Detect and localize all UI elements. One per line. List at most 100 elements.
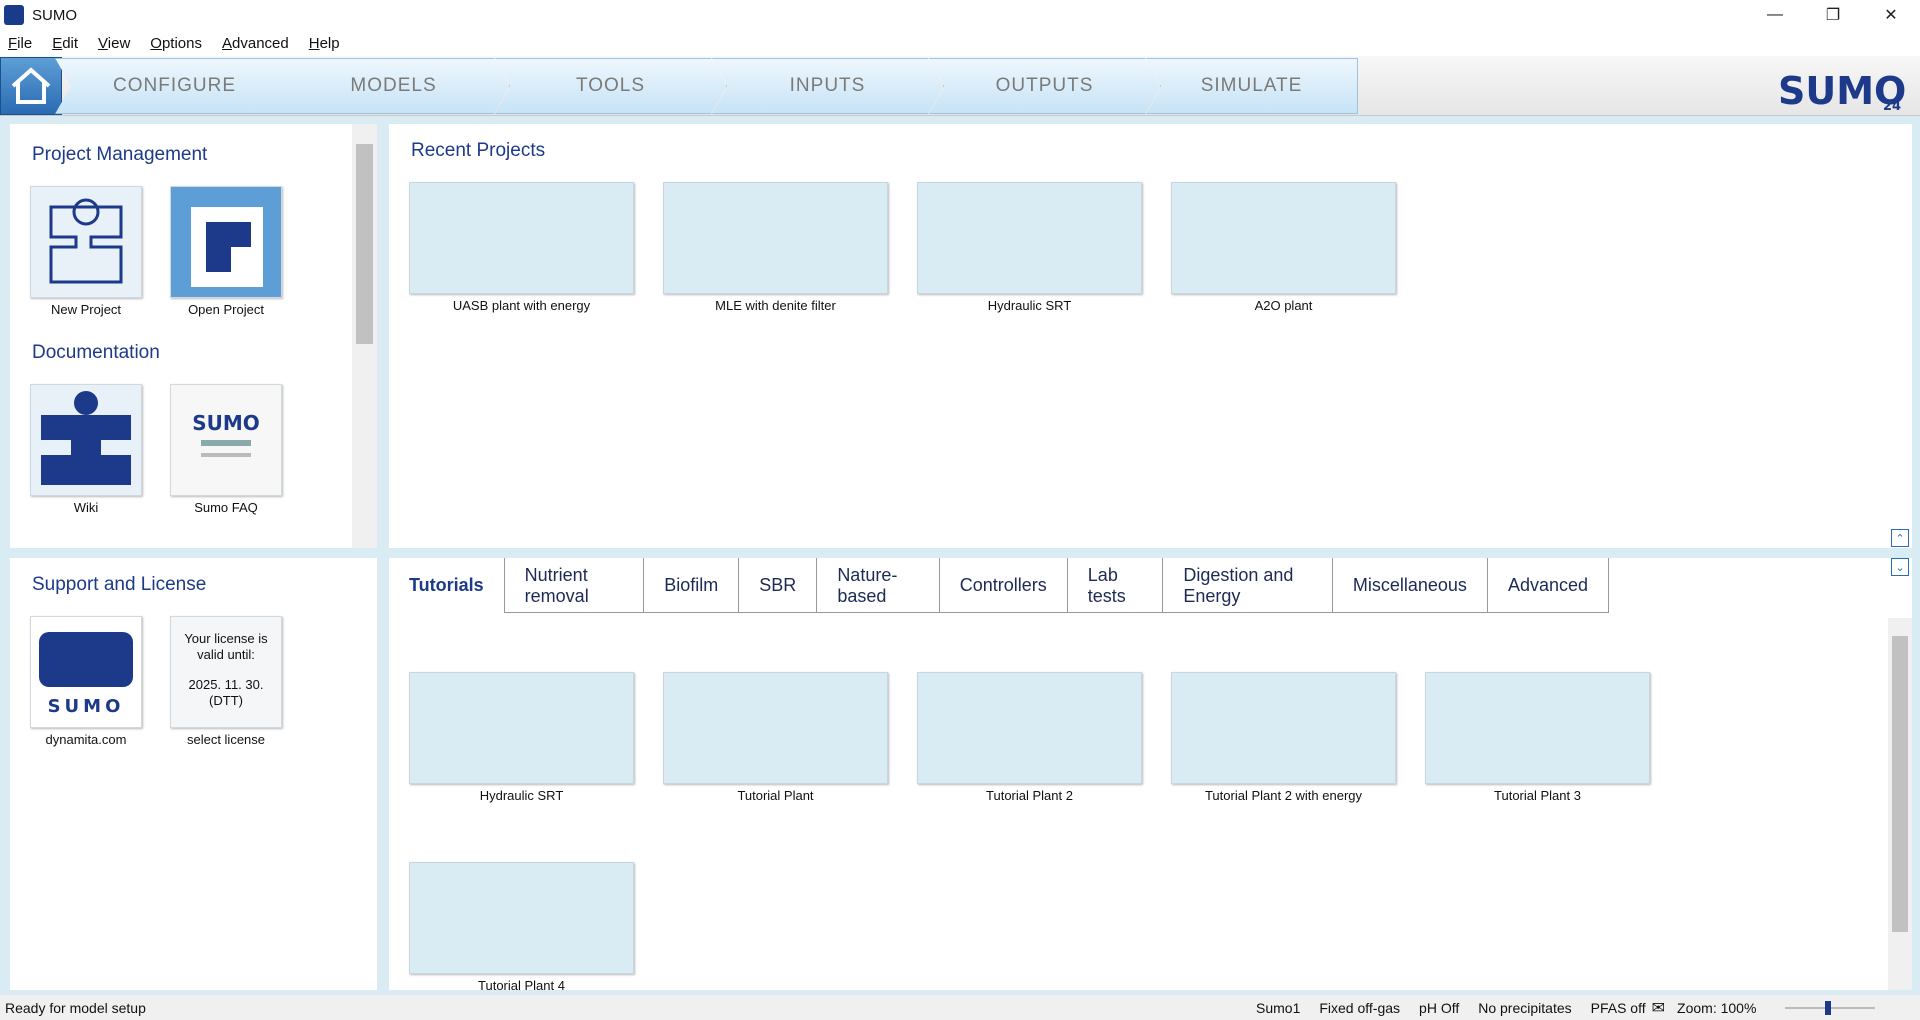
zoom-slider-thumb[interactable]: [1825, 1000, 1832, 1015]
home-icon: [11, 67, 51, 104]
license-text-1: Your license is: [184, 631, 268, 646]
example-label: Hydraulic SRT: [479, 788, 564, 803]
restore-button[interactable]: ❐: [1804, 0, 1862, 30]
workflow-nav: CONFIGURE MODELS TOOLS INPUTS OUTPUTS SI…: [0, 56, 1920, 116]
tab-outputs[interactable]: OUTPUTS: [929, 58, 1161, 114]
tab-lab-tests[interactable]: Lab tests: [1068, 558, 1164, 613]
tab-tools[interactable]: TOOLS: [495, 58, 727, 114]
tab-inputs[interactable]: INPUTS: [712, 58, 944, 114]
open-project-label: Open Project: [188, 302, 264, 317]
menu-edit[interactable]: Edit: [52, 35, 78, 52]
minimize-button[interactable]: —: [1746, 0, 1804, 30]
status-model: Sumo1: [1256, 999, 1301, 1016]
menu-options[interactable]: Options: [150, 35, 202, 52]
menu-advanced[interactable]: Advanced: [222, 35, 289, 52]
examples-tabbar: Tutorials Nutrient removal Biofilm SBR N…: [389, 558, 1609, 613]
tab-advanced[interactable]: Advanced: [1488, 558, 1609, 613]
example-thumb[interactable]: [663, 672, 888, 784]
documentation-title: Documentation: [32, 342, 160, 363]
zoom-slider[interactable]: [1785, 1000, 1876, 1015]
recent-project-thumb[interactable]: [663, 182, 888, 294]
example-thumb[interactable]: [1171, 672, 1396, 784]
recent-project-thumb[interactable]: [917, 182, 1142, 294]
dynamita-tile[interactable]: SUMO: [30, 616, 142, 728]
recent-project-label: Hydraulic SRT: [987, 298, 1072, 313]
example-label: Tutorial Plant 3: [1494, 788, 1581, 803]
license-text-2: valid until:: [197, 647, 255, 662]
select-license-label: select license: [186, 732, 266, 747]
left-panel-scrollbar[interactable]: [352, 124, 377, 548]
svg-text:SUMO: SUMO: [192, 411, 260, 435]
scrollbar-thumb[interactable]: [1892, 636, 1908, 932]
menu-file[interactable]: File: [8, 35, 32, 52]
support-panel: Support and License SUMO dynamita.com Yo…: [10, 558, 377, 990]
license-type: (DTT): [209, 693, 243, 708]
faq-icon: SUMO: [192, 411, 260, 457]
status-bar: Ready for model setup Sumo1 Fixed off-ga…: [0, 995, 1920, 1020]
menu-view[interactable]: View: [98, 35, 130, 52]
sumo-logo: SUMO 24: [1778, 62, 1908, 112]
open-project-tile[interactable]: [170, 186, 282, 298]
zoom-label: Zoom: 100%: [1677, 999, 1757, 1016]
support-title: Support and License: [32, 574, 207, 595]
example-label: Tutorial Plant 4: [478, 978, 565, 990]
wiki-tile[interactable]: [30, 384, 142, 496]
window-title: SUMO: [32, 6, 77, 24]
examples-panel: Tutorials Nutrient removal Biofilm SBR N…: [389, 558, 1912, 990]
tab-biofilm[interactable]: Biofilm: [644, 558, 740, 613]
left-top-panel: Project Management New Project Open Proj…: [10, 124, 377, 548]
project-management-title: Project Management: [32, 144, 208, 165]
tab-configure[interactable]: CONFIGURE: [55, 58, 295, 114]
new-project-label: New Project: [50, 302, 122, 317]
status-message: Ready for model setup: [5, 999, 146, 1016]
mail-icon[interactable]: ✉: [1652, 998, 1665, 1018]
example-label: Tutorial Plant 2 with energy: [1204, 788, 1363, 803]
examples-scrollbar[interactable]: [1888, 618, 1912, 990]
recent-projects-panel: Recent Projects UASB plant with energy M…: [389, 124, 1912, 548]
recent-project-label: UASB plant with energy: [452, 298, 591, 313]
wiki-label: Wiki: [73, 500, 99, 515]
menu-help[interactable]: Help: [309, 35, 340, 52]
scrollbar-thumb[interactable]: [356, 144, 373, 344]
tab-miscellaneous[interactable]: Miscellaneous: [1333, 558, 1488, 613]
new-project-tile[interactable]: [30, 186, 142, 298]
faq-label: Sumo FAQ: [194, 500, 258, 515]
recent-project-thumb[interactable]: [409, 182, 634, 294]
tab-tutorials[interactable]: Tutorials: [389, 558, 505, 613]
recent-projects-title: Recent Projects: [411, 140, 546, 161]
open-project-icon: [191, 207, 263, 287]
wiki-icon: [41, 391, 131, 485]
license-tile[interactable]: Your license is valid until: 2025. 11. 3…: [170, 616, 282, 728]
expand-up-button[interactable]: ⌃: [1891, 529, 1909, 547]
example-thumb[interactable]: [1425, 672, 1650, 784]
license-date: 2025. 11. 30.: [188, 677, 264, 692]
menu-bar: File Edit View Options Advanced Help: [0, 30, 1920, 56]
status-precipitates: No precipitates: [1478, 999, 1572, 1016]
tab-models[interactable]: MODELS: [278, 58, 510, 114]
close-button[interactable]: ✕: [1862, 0, 1920, 30]
recent-project-label: A2O plant: [1254, 298, 1313, 313]
tab-simulate[interactable]: SIMULATE: [1146, 58, 1358, 114]
tab-nutrient-removal[interactable]: Nutrient removal: [505, 558, 645, 613]
tab-sbr[interactable]: SBR: [739, 558, 818, 613]
status-offgas: Fixed off-gas: [1319, 999, 1401, 1016]
recent-project-thumb[interactable]: [1171, 182, 1396, 294]
tab-digestion-energy[interactable]: Digestion and Energy: [1163, 558, 1333, 613]
collapse-down-button[interactable]: ⌄: [1891, 558, 1909, 576]
example-thumb[interactable]: [409, 862, 634, 974]
app-icon: [4, 5, 24, 25]
status-pfas: PFAS off: [1590, 999, 1646, 1016]
status-ph: pH Off: [1419, 999, 1460, 1016]
svg-text:SUMO: SUMO: [48, 696, 125, 717]
tab-nature-based[interactable]: Nature-based: [817, 558, 940, 613]
example-thumb[interactable]: [917, 672, 1142, 784]
tab-controllers[interactable]: Controllers: [940, 558, 1068, 613]
faq-tile[interactable]: SUMO: [170, 384, 282, 496]
example-label: Tutorial Plant 2: [986, 788, 1073, 803]
example-thumb[interactable]: [409, 672, 634, 784]
dynamita-label: dynamita.com: [45, 732, 127, 747]
example-label: Tutorial Plant: [737, 788, 814, 803]
logo-version: 24: [1883, 99, 1901, 112]
title-bar: SUMO — ❐ ✕: [0, 0, 1920, 30]
home-button[interactable]: [0, 57, 62, 115]
